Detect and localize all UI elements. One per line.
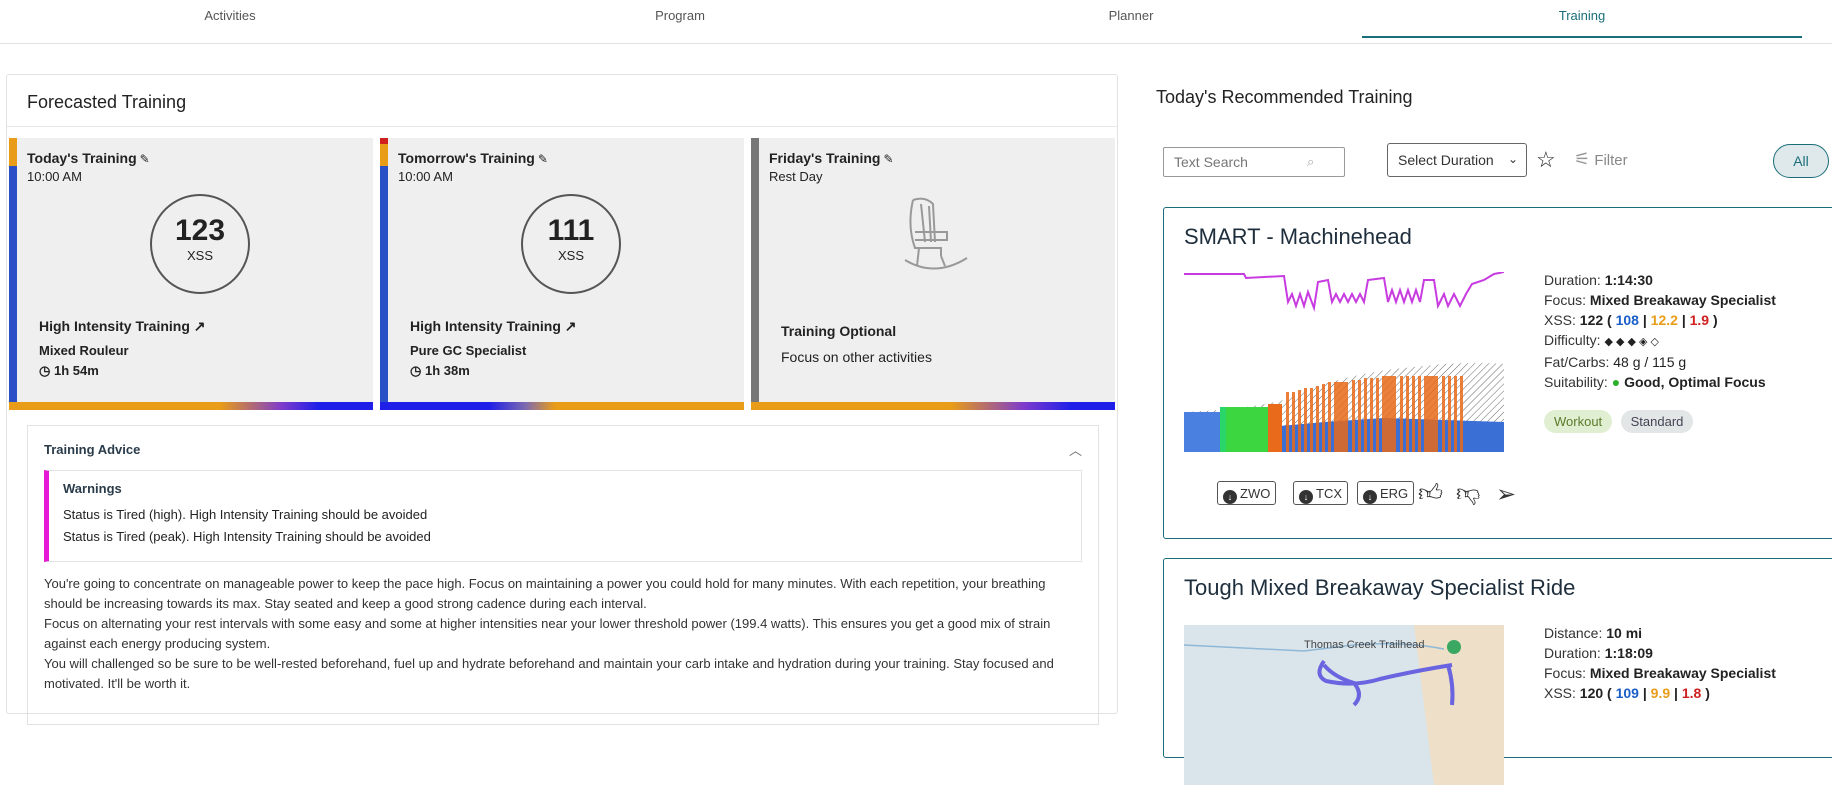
external-link-icon[interactable]: ↗ — [565, 318, 577, 334]
workout-profile-chart — [1184, 272, 1504, 452]
tab-program[interactable]: Program — [460, 0, 900, 38]
forecast-card-today[interactable]: Today's Training ✎ 10:00 AM 123 XSS High … — [9, 138, 373, 410]
route-title[interactable]: Tough Mixed Breakaway Specialist Ride — [1184, 575, 1575, 601]
workout-card[interactable]: SMART - Machinehead Duration: 1:14:30 Fo… — [1163, 207, 1832, 539]
warning-item: Status is Tired (high). High Intensity T… — [63, 507, 428, 522]
card-time: 10:00 AM — [398, 169, 453, 184]
rocking-chair-icon — [904, 197, 968, 270]
advice-paragraph: You're going to concentrate on manageabl… — [44, 576, 1046, 611]
workout-info: Duration: 1:14:30 Focus: Mixed Breakaway… — [1544, 270, 1776, 392]
advice-paragraph: Focus on alternating your rest intervals… — [44, 616, 1051, 651]
xss-value: 123 — [174, 214, 226, 247]
training-type[interactable]: High Intensity Training ↗ — [410, 318, 577, 335]
route-duration: Duration: 1:18:09 — [1544, 645, 1653, 661]
tag-standard: Standard — [1620, 410, 1694, 433]
route-xss: XSS: 120 ( 109 | 9.9 | 1.8 ) — [1544, 685, 1710, 701]
send-icon[interactable]: ➢ — [1496, 480, 1516, 509]
search-icon[interactable]: ⌕ — [1307, 154, 1314, 170]
training-duration: ◷ 1h 54m — [39, 363, 99, 378]
workout-xss: XSS: 122 ( 108 | 12.2 | 1.9 ) — [1544, 312, 1718, 328]
workout-tags: Workout Standard — [1544, 410, 1697, 433]
card-heading: Today's Training ✎ — [27, 150, 150, 166]
training-advice: Training Advice ︿ Warnings Status is Tir… — [27, 425, 1099, 725]
card-time: Rest Day — [769, 169, 823, 184]
intensity-strip — [751, 402, 1115, 410]
warning-item: Status is Tired (peak). High Intensity T… — [63, 529, 431, 544]
intensity-strip — [9, 402, 373, 410]
xss-circle: 123 XSS — [150, 194, 250, 294]
route-map[interactable]: Thomas Creek Trailhead — [1184, 625, 1504, 785]
tab-activities[interactable]: Activities — [10, 0, 450, 38]
training-type[interactable]: High Intensity Training ↗ — [39, 318, 206, 335]
download-icon: ↓ — [1223, 490, 1237, 504]
all-button[interactable]: All — [1773, 144, 1829, 178]
download-tcx-button[interactable]: ↓ TCX — [1293, 481, 1348, 505]
training-focus: Pure GC Specialist — [410, 343, 527, 358]
tab-training[interactable]: Training — [1362, 0, 1802, 38]
training-duration: ◷ 1h 38m — [410, 363, 470, 378]
filter-button[interactable]: ⚟ Filter — [1574, 149, 1628, 170]
thumbs-down-icon[interactable]: 👎︎ — [1456, 480, 1480, 508]
advice-text: You're going to concentrate on manageabl… — [44, 574, 1084, 694]
intensity-bar — [751, 138, 759, 402]
clock-icon: ◷ — [39, 363, 51, 378]
edit-icon[interactable]: ✎ — [883, 152, 893, 166]
training-focus: Focus on other activities — [781, 349, 932, 365]
external-link-icon[interactable]: ↗ — [194, 318, 206, 334]
intensity-bar — [380, 138, 388, 402]
forecast-card-friday[interactable]: Friday's Training ✎ Rest Day Training Opt… — [751, 138, 1115, 410]
route-info: Distance: 10 mi Duration: 1:18:09 Focus:… — [1544, 623, 1776, 703]
workout-difficulty: Difficulty: ◆ ◆ ◆ ◈ ◇ — [1544, 332, 1659, 348]
download-erg-button[interactable]: ↓ ERG — [1357, 481, 1415, 505]
forecast-panel: Forecasted Training Today's Training ✎ 10… — [6, 74, 1118, 725]
route-focus: Focus: Mixed Breakaway Specialist — [1544, 665, 1776, 681]
clock-icon: ◷ — [410, 363, 422, 378]
warnings-title: Warnings — [63, 481, 122, 496]
forecast-title: Forecasted Training — [7, 75, 1117, 127]
main-tabs: Activities Program Planner Training — [0, 0, 1832, 44]
recommended-title: Today's Recommended Training — [1156, 87, 1413, 107]
chevron-down-icon: ⌄ — [1507, 152, 1518, 166]
workout-suitability: Suitability: ● Good, Optimal Focus — [1544, 374, 1766, 390]
advice-title: Training Advice — [44, 442, 141, 457]
route-distance: Distance: 10 mi — [1544, 625, 1643, 641]
download-icon: ↓ — [1299, 490, 1313, 504]
map-label: Thomas Creek Trailhead — [1304, 639, 1425, 651]
route-card[interactable]: Tough Mixed Breakaway Specialist Ride Th… — [1163, 558, 1832, 785]
card-time: 10:00 AM — [27, 169, 82, 184]
sliders-icon: ⚟ — [1574, 149, 1591, 169]
search-input[interactable] — [1163, 147, 1345, 177]
check-icon: ● — [1611, 374, 1621, 390]
advice-paragraph: You will challenged so be sure to be wel… — [44, 656, 1054, 691]
thumbs-up-icon[interactable]: 👍︎ — [1418, 480, 1443, 508]
card-heading: Tomorrow's Training ✎ — [398, 150, 548, 166]
workout-duration: Duration: 1:14:30 — [1544, 272, 1653, 288]
intensity-bar — [9, 138, 17, 402]
training-type: Training Optional — [781, 323, 897, 339]
warnings-box: Warnings Status is Tired (high). High In… — [44, 470, 1082, 562]
star-icon[interactable]: ☆ — [1536, 147, 1556, 173]
xss-unit: XSS — [557, 248, 584, 263]
workout-title[interactable]: SMART - Machinehead — [1184, 224, 1412, 250]
download-icon: ↓ — [1363, 490, 1377, 504]
forecast-card-tomorrow[interactable]: Tomorrow's Training ✎ 10:00 AM 111 XSS Hi… — [380, 138, 744, 410]
xss-value: 111 — [547, 214, 595, 247]
tag-workout: Workout — [1544, 410, 1613, 433]
tab-planner[interactable]: Planner — [911, 0, 1351, 38]
xss-circle: 111 XSS — [521, 194, 621, 294]
workout-focus: Focus: Mixed Breakaway Specialist — [1544, 292, 1776, 308]
download-zwo-button[interactable]: ↓ ZWO — [1217, 481, 1277, 505]
workout-fuel: Fat/Carbs: 48 g / 115 g — [1544, 354, 1687, 370]
training-focus: Mixed Rouleur — [39, 343, 129, 358]
duration-select[interactable]: Select Duration ⌄ — [1387, 143, 1527, 177]
intensity-strip — [380, 402, 744, 410]
edit-icon[interactable]: ✎ — [140, 152, 150, 166]
chevron-up-icon[interactable]: ︿ — [1069, 440, 1082, 459]
card-heading: Friday's Training ✎ — [769, 150, 894, 166]
edit-icon[interactable]: ✎ — [538, 152, 548, 166]
xss-unit: XSS — [186, 248, 213, 263]
